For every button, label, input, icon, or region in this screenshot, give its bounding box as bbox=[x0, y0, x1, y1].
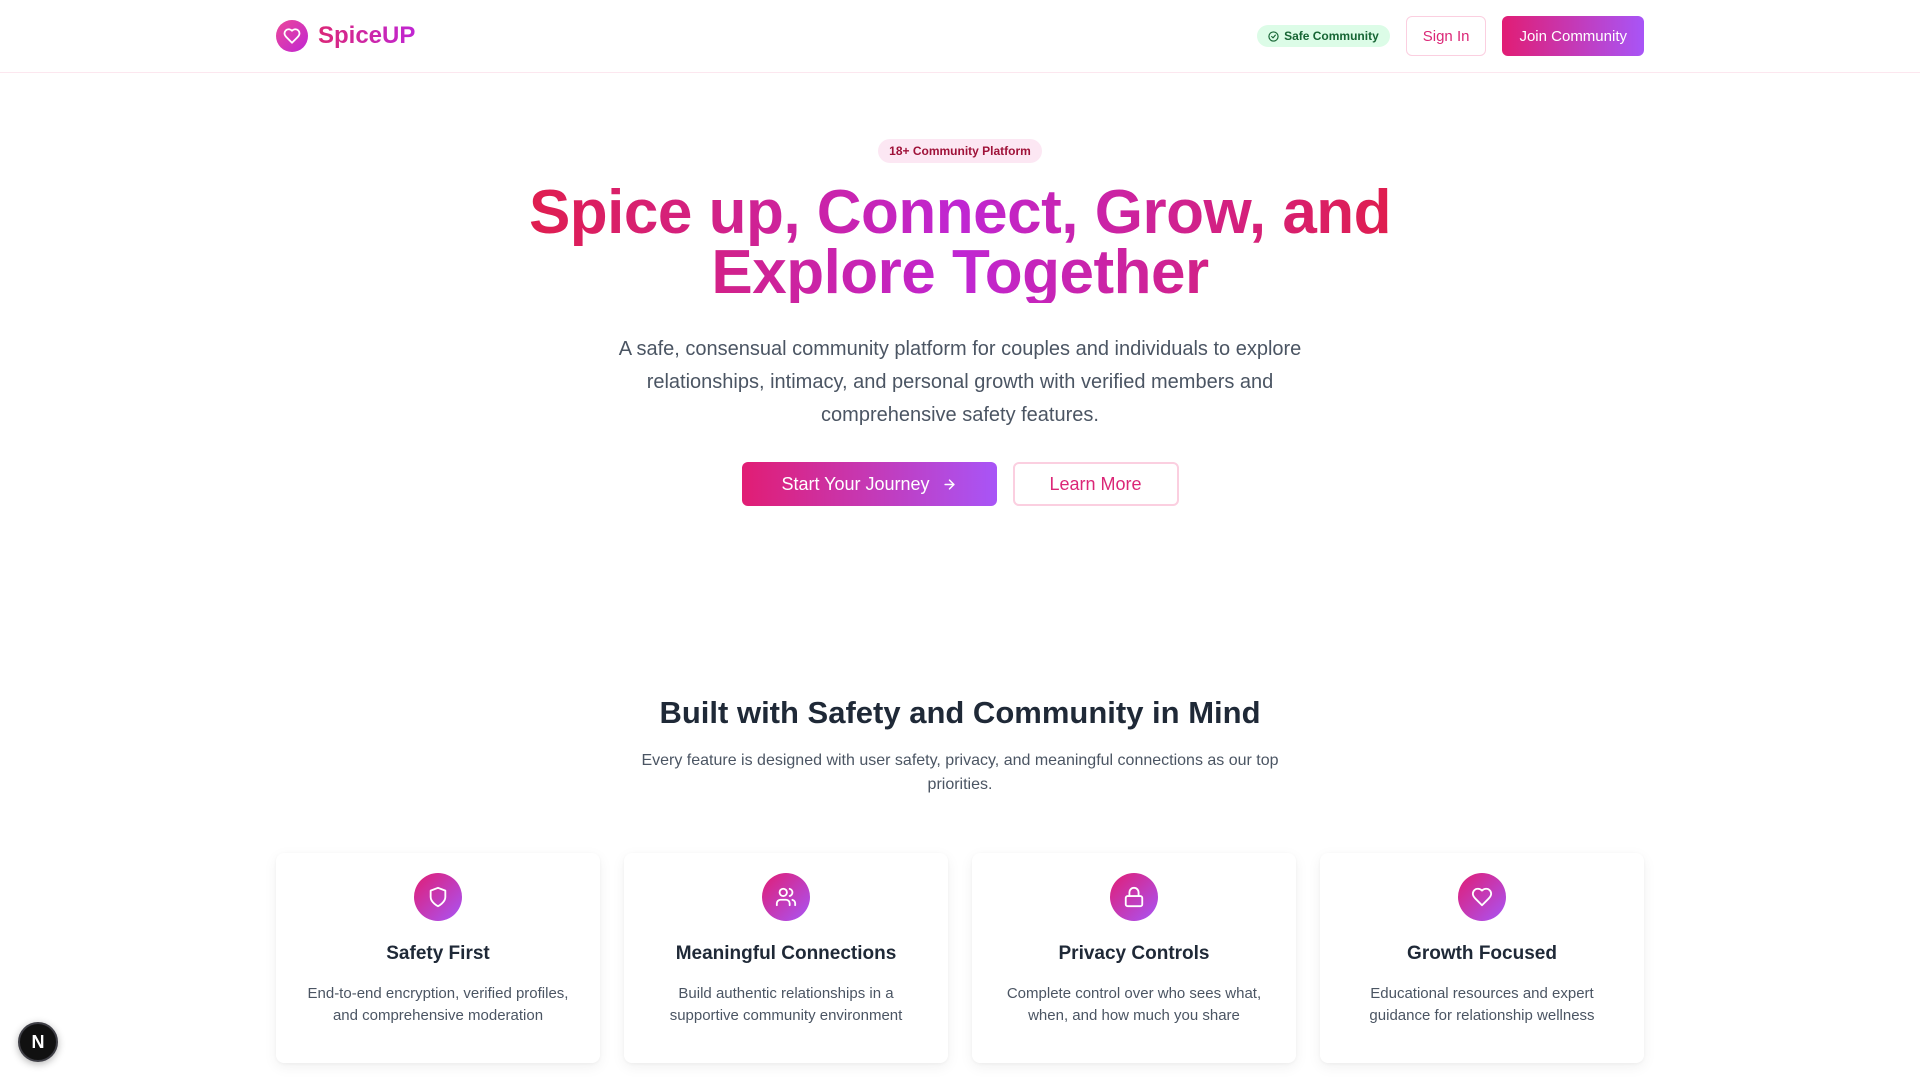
shield-icon bbox=[414, 873, 462, 921]
lock-icon bbox=[1110, 873, 1158, 921]
header-actions: Safe Community Sign In Join Community bbox=[1257, 16, 1644, 56]
heart-icon bbox=[276, 20, 308, 52]
feature-card-safety: Safety First End-to-end encryption, veri… bbox=[276, 853, 600, 1063]
start-journey-label: Start Your Journey bbox=[781, 473, 930, 494]
safe-badge-label: Safe Community bbox=[1284, 29, 1379, 43]
site-header: SpiceUP Safe Community Sign In Join Comm… bbox=[0, 0, 1920, 73]
hero-title-line1: Spice up, Connect, Grow, and bbox=[528, 178, 1392, 247]
card-desc: Educational resources and expert guidanc… bbox=[1369, 985, 1595, 1024]
brand[interactable]: SpiceUP bbox=[276, 20, 415, 52]
header-inner: SpiceUP Safe Community Sign In Join Comm… bbox=[276, 0, 1644, 72]
start-journey-button[interactable]: Start Your Journey bbox=[741, 462, 997, 506]
card-title: Growth Focused bbox=[1407, 943, 1557, 964]
learn-more-button[interactable]: Learn More bbox=[1012, 462, 1179, 506]
hero-section: 18+ Community Platform Spice up, Connect… bbox=[0, 73, 1920, 506]
card-title: Meaningful Connections bbox=[675, 943, 897, 964]
card-desc: Build authentic relationships in a suppo… bbox=[669, 985, 903, 1024]
check-circle-icon bbox=[1268, 30, 1279, 42]
hero-title: Spice up, Connect, Grow, and Explore Tog… bbox=[510, 183, 1410, 303]
arrow-right-icon bbox=[943, 478, 955, 490]
brand-name: SpiceUP bbox=[318, 22, 416, 49]
users-icon bbox=[762, 873, 810, 921]
sign-in-button[interactable]: Sign In bbox=[1405, 16, 1487, 56]
nextjs-dev-indicator-button[interactable]: N bbox=[18, 1022, 58, 1062]
hero-title-line2: Explore Together bbox=[711, 238, 1209, 307]
features-subtitle: Every feature is designed with user safe… bbox=[641, 752, 1279, 793]
card-title: Safety First bbox=[386, 943, 490, 964]
age-badge: 18+ Community Platform bbox=[878, 139, 1042, 163]
feature-card-growth: Growth Focused Educational resources and… bbox=[1320, 853, 1644, 1063]
features-title: Built with Safety and Community in Mind bbox=[659, 695, 1261, 730]
heart-icon bbox=[1458, 873, 1506, 921]
join-community-button[interactable]: Join Community bbox=[1502, 16, 1644, 56]
feature-card-privacy: Privacy Controls Complete control over w… bbox=[972, 853, 1296, 1063]
feature-cards: Safety First End-to-end encryption, veri… bbox=[276, 853, 1644, 1063]
features-section: Built with Safety and Community in Mind … bbox=[0, 695, 1920, 1063]
card-title: Privacy Controls bbox=[1058, 943, 1210, 964]
feature-card-connections: Meaningful Connections Build authentic r… bbox=[624, 853, 948, 1063]
hero-actions: Start Your Journey Learn More bbox=[0, 462, 1920, 506]
card-desc: Complete control over who sees what, whe… bbox=[1006, 985, 1262, 1024]
card-desc: End-to-end encryption, verified profiles… bbox=[307, 985, 569, 1024]
hero-subtitle: A safe, consensual community platform fo… bbox=[618, 338, 1302, 426]
safe-community-badge: Safe Community bbox=[1257, 25, 1390, 47]
